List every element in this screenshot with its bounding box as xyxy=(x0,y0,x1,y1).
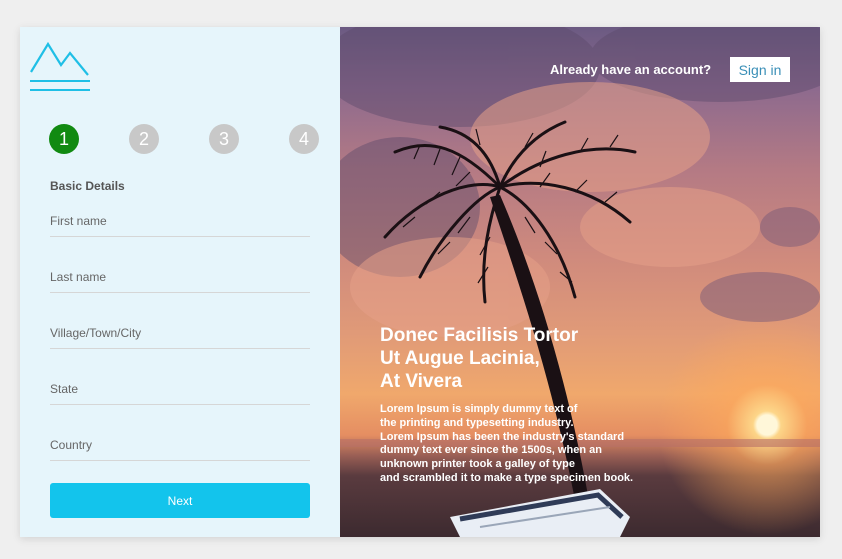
step-4[interactable]: 4 xyxy=(289,124,319,154)
hero-title: Donec Facilisis Tortor Ut Augue Lacinia,… xyxy=(380,324,640,393)
hero-text-line: and scrambled it to make a type specimen… xyxy=(380,471,634,484)
step-indicator: 1 2 3 4 xyxy=(49,124,320,156)
first-name-field[interactable] xyxy=(50,206,310,237)
signup-card: 1 2 3 4 Basic Details Next xyxy=(20,27,820,537)
country-field[interactable] xyxy=(50,430,310,461)
hero-text-line: Lorem Ipsum has been the industry's stan… xyxy=(380,430,625,443)
hero-text-line: Lorem Ipsum is simply dummy text of xyxy=(380,403,578,415)
hero-text-line: the printing and typesetting industry. xyxy=(380,416,574,429)
step-2[interactable]: 2 xyxy=(129,124,159,154)
hero-panel: Already have an account? Sign in Donec F… xyxy=(340,27,820,537)
hero-title-line: Ut Augue Lacinia, xyxy=(380,348,540,369)
hero-title-line: Donec Facilisis Tortor xyxy=(380,325,579,346)
hero-text-line: unknown printer took a galley of type xyxy=(380,458,575,471)
hero-text-line: dummy text ever since the 1500s, when an xyxy=(380,444,602,457)
mountain-logo-icon xyxy=(30,41,90,91)
last-name-field[interactable] xyxy=(50,262,310,293)
sign-in-button[interactable]: Sign in xyxy=(730,57,790,82)
city-field[interactable] xyxy=(50,318,310,349)
state-field[interactable] xyxy=(50,374,310,405)
already-account-text: Already have an account? xyxy=(550,62,712,77)
hero-title-line: At Vivera xyxy=(380,371,463,392)
hero-description: Lorem Ipsum is simply dummy text of the … xyxy=(380,403,680,486)
next-button[interactable]: Next xyxy=(50,483,310,518)
section-title: Basic Details xyxy=(50,179,125,193)
step-1[interactable]: 1 xyxy=(49,124,79,154)
form-panel: 1 2 3 4 Basic Details Next xyxy=(20,27,340,537)
step-3[interactable]: 3 xyxy=(209,124,239,154)
